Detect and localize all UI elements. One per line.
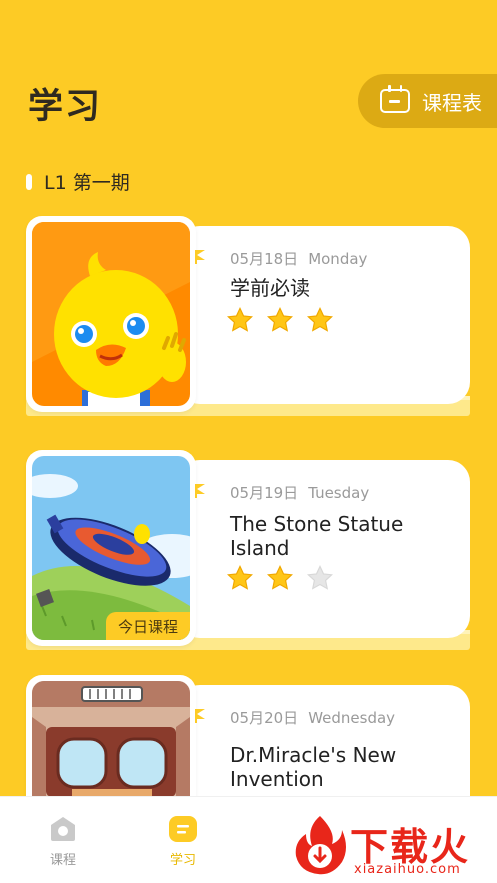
weekday-text: Monday [308,250,368,268]
schedule-label: 课程表 [422,90,482,115]
page-title: 学习 [28,87,103,127]
flag-icon [195,484,208,498]
lesson-date: 05月18日 Monday [230,248,367,269]
lesson-card[interactable]: 05月18日 Monday 学前必读 [0,216,497,416]
section-title: L1 第一期 [44,172,130,194]
lesson-title: The Stone Statue Island [230,512,404,560]
section-header: L1 第一期 [26,168,130,195]
date-text: 05月18日 [230,250,299,268]
home-icon [51,817,75,841]
star-rating [226,306,346,334]
today-badge: 今日课程 [106,612,190,640]
star-empty-icon [306,564,333,590]
flag-icon [195,250,208,264]
star-icon [266,306,293,332]
tab-study[interactable]: 学习 [153,815,213,868]
section-marker [26,173,32,190]
schedule-button[interactable]: 课程表 [358,74,497,128]
lesson-date: 05月20日 Wednesday [230,707,395,728]
weekday-text: Wednesday [308,709,396,727]
star-rating [226,564,346,592]
star-icon [266,564,293,590]
star-icon [226,564,253,590]
star-icon [306,306,333,332]
duck-illustration [32,222,190,406]
weekday-text: Tuesday [308,484,370,502]
calendar-icon [380,85,410,113]
tab-label: 学习 [169,853,196,868]
flame-logo-icon [295,816,346,875]
watermark: 下载火 xiazaihuo.com [292,812,497,883]
lesson-thumbnail[interactable] [32,222,190,406]
flag-icon [195,709,208,723]
star-icon [226,306,253,332]
date-text: 05月19日 [230,484,299,502]
watermark-url: xiazaihuo.com [354,862,461,877]
tab-courses[interactable]: 课程 [33,815,93,868]
date-text: 05月20日 [230,709,299,727]
lesson-title: Dr.Miracle's New Invention [230,743,397,791]
lesson-date: 05月19日 Tuesday [230,482,369,503]
tab-label: 课程 [49,853,76,868]
study-icon [169,816,197,842]
lesson-title: 学前必读 [230,276,310,300]
lesson-card[interactable]: 今日课程 05月19日 Tuesday The Stone Statue Isla… [0,450,497,650]
